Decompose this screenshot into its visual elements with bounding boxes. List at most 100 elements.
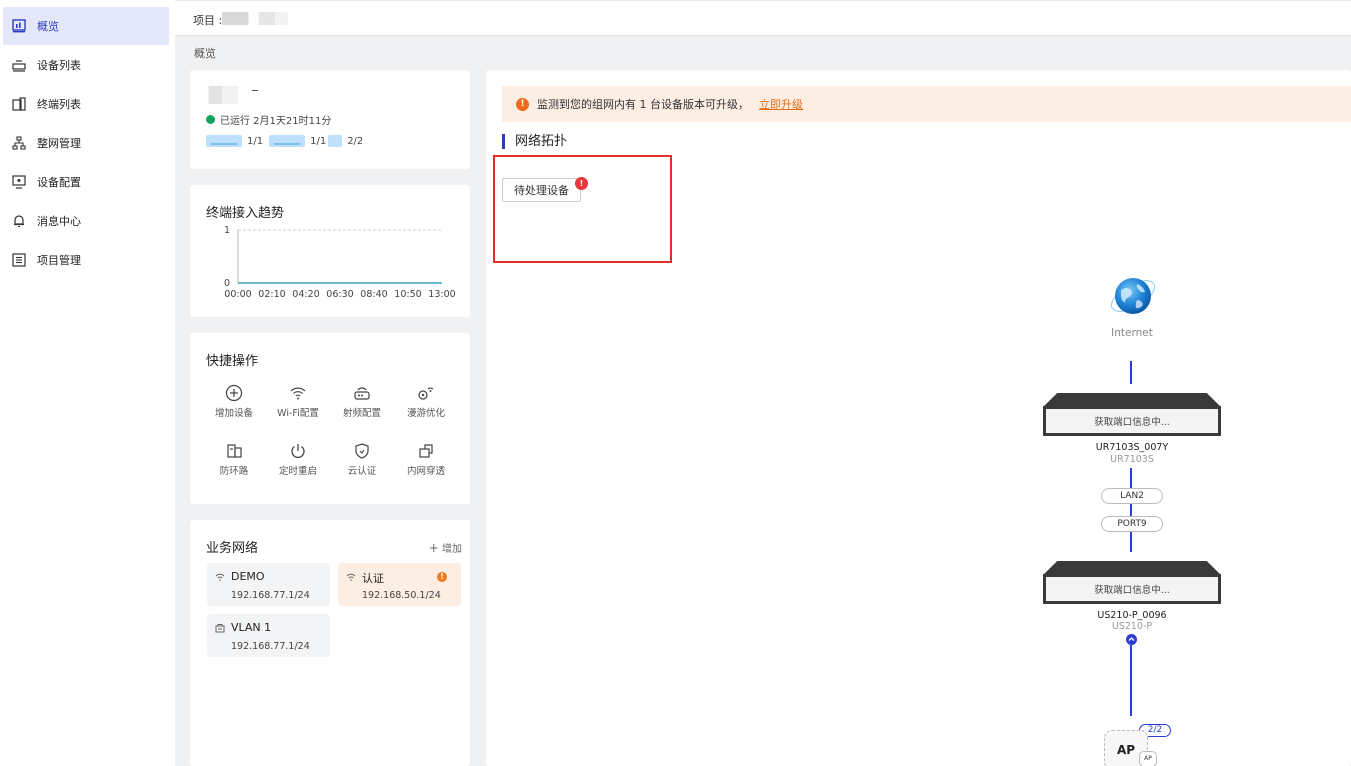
shield-icon — [352, 441, 372, 461]
sidebar-item-label: 项目管理 — [37, 254, 81, 267]
network-name: DEMO — [231, 570, 265, 583]
project-name-redacted[interactable] — [222, 12, 288, 25]
switch-count: 1/1 — [310, 135, 327, 147]
router-status: 获取端口信息中... — [1046, 409, 1218, 433]
action-label: 内网穿透 — [406, 466, 445, 477]
x-tick-label: 06:30 — [326, 289, 353, 300]
sidebar-item-label: 概览 — [37, 20, 59, 33]
network-tree-icon — [11, 135, 27, 151]
sidebar-item-network[interactable]: 整网管理 — [3, 124, 169, 162]
ap-icon — [328, 135, 343, 147]
network-ip: 192.168.50.1/24 — [362, 590, 441, 601]
router-count: 1/1 — [247, 135, 264, 147]
banner-text: 监测到您的组网内有 1 台设备版本可升级， — [537, 98, 749, 111]
switch-chassis: 获取端口信息中... — [1043, 574, 1221, 604]
plus-icon: + — [428, 541, 439, 555]
pending-badge: ! — [575, 177, 588, 190]
x-tick-label: 04:20 — [292, 289, 319, 300]
network-name: 认证 — [362, 572, 384, 585]
switch-icon — [269, 135, 306, 147]
sidebar-item-devices[interactable]: 设备列表 — [3, 46, 169, 84]
upgrade-now-link[interactable]: 立即升级 — [759, 96, 803, 112]
sidebar-item-device-config[interactable]: 设备配置 — [3, 163, 169, 201]
tunnel-action[interactable]: 内网穿透 — [394, 441, 458, 477]
link-switch-ap — [1130, 645, 1132, 716]
action-label: 云认证 — [347, 466, 377, 477]
sidebar: 概览 设备列表 终端列表 整网管理 设备配置 消息中心 项目管理 — [0, 0, 175, 766]
internet-globe-icon[interactable] — [1107, 270, 1159, 322]
scheduled-reboot-action[interactable]: 定时重启 — [266, 441, 330, 477]
highlight-frame — [493, 155, 672, 263]
sidebar-item-label: 消息中心 — [37, 215, 81, 228]
port-label-lan2: LAN2 — [1101, 488, 1163, 504]
network-name: VLAN 1 — [231, 621, 272, 634]
topology-title: 网络拓扑 — [502, 134, 567, 149]
router-name: UR7103S_007Y — [1095, 442, 1169, 453]
network-ip: 192.168.77.1/24 — [231, 641, 310, 652]
sidebar-item-label: 终端列表 — [37, 98, 81, 111]
device-stats: 1/1 1/1 2/2 — [206, 135, 363, 147]
online-status-icon — [206, 115, 215, 124]
lan-icon — [215, 623, 225, 633]
sidebar-item-label: 设备列表 — [37, 59, 81, 72]
link-router-switch — [1130, 468, 1132, 552]
y-tick-label: 1 — [224, 225, 230, 236]
wifi-icon — [215, 572, 225, 582]
radio-config-action[interactable]: 射频配置 — [330, 383, 394, 419]
sidebar-item-messages[interactable]: 消息中心 — [3, 202, 169, 240]
loop-guard-action[interactable]: 防环路 — [202, 441, 266, 477]
device-config-icon — [11, 174, 27, 190]
ap-sub-icon: AP — [1139, 751, 1157, 766]
tunnel-icon — [416, 441, 436, 461]
add-network-label: 增加 — [442, 544, 462, 555]
device-name-dash — [252, 90, 258, 91]
collapse-toggle-icon[interactable] — [1126, 634, 1137, 645]
y-tick-label: 0 — [224, 278, 230, 289]
quick-title: 快捷操作 — [206, 354, 259, 369]
power-icon — [288, 441, 308, 461]
warning-icon: ! — [437, 572, 447, 582]
x-tick-label: 10:50 — [394, 289, 421, 300]
router-device[interactable]: 获取端口信息中... — [1043, 393, 1221, 437]
network-demo[interactable]: DEMO 192.168.77.1/24 — [207, 563, 330, 606]
trend-chart: 0 1 00:00 02:10 04:20 06:30 08:40 10:50 13:00 — [224, 225, 456, 300]
action-label: 增加设备 — [214, 408, 253, 419]
ap-label: AP — [1117, 743, 1136, 757]
ap-count: 2/2 — [347, 135, 364, 147]
add-device-action[interactable]: 增加设备 — [202, 383, 266, 419]
wifi-config-action[interactable]: Wi-Fi配置 — [266, 383, 330, 419]
device-summary-card[interactable]: 已运行 2月1天21时11分 1/1 1/1 2/2 — [190, 70, 470, 169]
add-network-button[interactable]: + 增加 — [429, 540, 462, 555]
sidebar-item-overview[interactable]: 概览 — [3, 7, 169, 45]
warning-icon: ! — [516, 97, 529, 111]
upgrade-banner: ! 监测到您的组网内有 1 台设备版本可升级， 立即升级 — [502, 86, 1351, 122]
switch-chassis-top — [1043, 561, 1221, 575]
sidebar-item-label: 设备配置 — [37, 176, 81, 189]
switch-device[interactable]: 获取端口信息中... — [1043, 561, 1221, 605]
network-vlan1[interactable]: VLAN 1 192.168.77.1/24 — [207, 614, 330, 657]
x-tick-label: 00:00 — [224, 289, 251, 300]
network-auth[interactable]: 认证 192.168.50.1/24 ! — [338, 563, 461, 606]
router-model: UR7103S — [1110, 454, 1154, 465]
roaming-action[interactable]: 漫游优化 — [394, 383, 458, 419]
router-chassis: 获取端口信息中... — [1043, 406, 1221, 436]
dashboard-icon — [11, 18, 27, 34]
cloud-auth-action[interactable]: 云认证 — [330, 441, 394, 477]
ap-group-node[interactable]: AP AP — [1104, 730, 1157, 766]
sidebar-item-projects[interactable]: 项目管理 — [3, 241, 169, 279]
uptime-row: 已运行 2月1天21时11分 — [206, 112, 331, 127]
device-list-icon — [11, 57, 27, 73]
x-tick-label: 13:00 — [428, 289, 455, 300]
sidebar-item-terminals[interactable]: 终端列表 — [3, 85, 169, 123]
roaming-icon — [416, 383, 436, 403]
wifi-icon — [288, 383, 308, 403]
top-bar: 项目 : — [175, 0, 1351, 36]
action-label: Wi-Fi配置 — [277, 408, 319, 419]
x-tick-label: 08:40 — [360, 289, 387, 300]
router-chassis-top — [1043, 393, 1221, 407]
switch-model: US210-P — [1111, 621, 1153, 632]
action-label: 防环路 — [219, 466, 249, 477]
business-network-card: 业务网络 + 增加 DEMO 192.168.77.1/24 认证 192.16… — [190, 520, 470, 766]
radio-icon — [352, 383, 372, 403]
pending-devices-button[interactable]: 待处理设备 — [502, 178, 581, 202]
